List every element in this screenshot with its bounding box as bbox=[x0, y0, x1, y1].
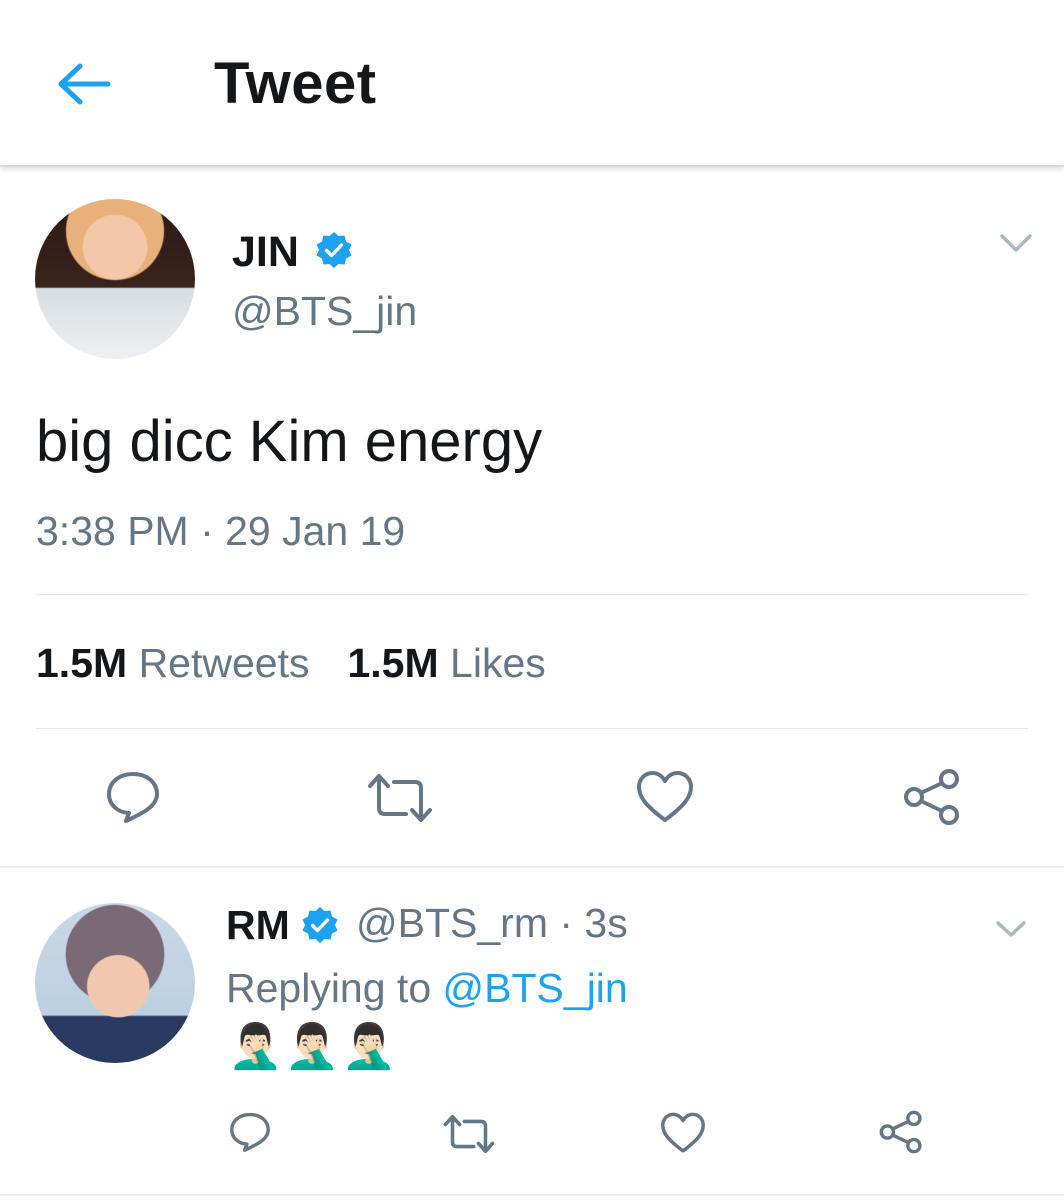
back-button[interactable] bbox=[50, 56, 116, 112]
replying-to: Replying to @BTS_jin bbox=[226, 965, 628, 1012]
tweet-timestamp: 3:38 PM · 29 Jan 19 bbox=[36, 508, 406, 554]
retweets-label: Retweets bbox=[138, 640, 310, 686]
reply-author-display-name[interactable]: RM bbox=[226, 902, 290, 949]
reply-author-handle[interactable]: @BTS_rm bbox=[356, 900, 548, 946]
share-icon[interactable] bbox=[878, 1110, 924, 1154]
share-icon[interactable] bbox=[902, 768, 962, 826]
retweets-stat[interactable]: 1.5M Retweets bbox=[36, 640, 309, 686]
avatar[interactable] bbox=[35, 199, 195, 359]
retweets-count: 1.5M bbox=[36, 640, 128, 686]
retweet-icon[interactable] bbox=[442, 1112, 496, 1156]
avatar[interactable] bbox=[35, 903, 195, 1063]
tweet-text: big dicc Kim energy bbox=[36, 409, 543, 474]
reply-icon[interactable] bbox=[104, 768, 162, 826]
reply-icon[interactable] bbox=[228, 1110, 272, 1154]
page-title: Tweet bbox=[214, 51, 377, 116]
reply-time: 3s bbox=[584, 900, 628, 946]
likes-label: Likes bbox=[450, 640, 546, 686]
likes-count: 1.5M bbox=[347, 640, 439, 686]
top-app-bar: Tweet bbox=[0, 0, 1064, 167]
like-icon[interactable] bbox=[660, 1112, 706, 1154]
reply-meta: @BTS_rm · 3s bbox=[356, 900, 628, 947]
likes-stat[interactable]: 1.5M Likes bbox=[347, 640, 545, 686]
arrow-left-icon bbox=[58, 63, 111, 105]
chevron-down-icon[interactable] bbox=[993, 915, 1029, 943]
like-icon[interactable] bbox=[636, 770, 694, 824]
section-divider bbox=[0, 866, 1064, 868]
chevron-down-icon[interactable] bbox=[996, 228, 1036, 258]
retweet-icon[interactable] bbox=[366, 770, 434, 826]
meta-separator: · bbox=[547, 900, 585, 946]
reply-text: 🤦🏻‍♂️🤦🏻‍♂️🤦🏻‍♂️ bbox=[228, 1022, 399, 1071]
divider bbox=[36, 728, 1028, 729]
section-divider bbox=[0, 1194, 1064, 1196]
verified-badge-icon bbox=[316, 232, 352, 268]
verified-badge-icon bbox=[302, 907, 338, 943]
replying-prefix: Replying to bbox=[226, 965, 432, 1011]
tweet-stats: 1.5M Retweets 1.5M Likes bbox=[36, 640, 546, 687]
author-display-name[interactable]: JIN bbox=[232, 228, 299, 277]
mention-link[interactable]: @BTS_jin bbox=[443, 965, 628, 1011]
author-handle[interactable]: @BTS_jin bbox=[232, 288, 417, 335]
divider bbox=[36, 594, 1028, 595]
